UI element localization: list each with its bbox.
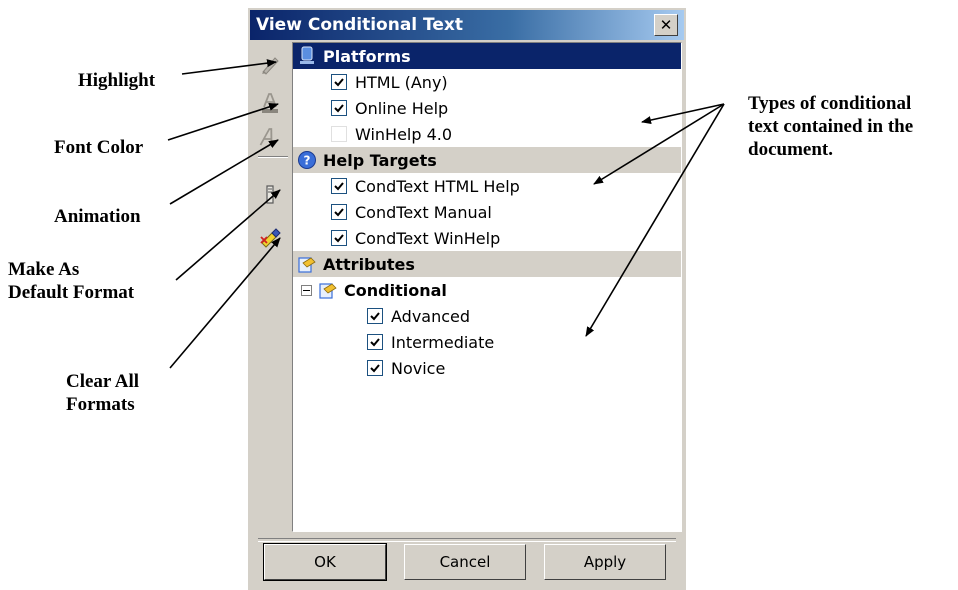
dialog-title: View Conditional Text [256,15,464,35]
group-help-targets[interactable]: ? Help Targets [293,147,681,173]
label-intermediate: Intermediate [391,332,495,352]
list-item-advanced[interactable]: Advanced [293,303,681,329]
collapse-toggle-conditional[interactable] [301,284,312,296]
make-default-format-tool-button[interactable] [256,182,284,208]
font-color-icon [262,93,278,113]
list-item-novice[interactable]: Novice [293,355,681,381]
close-button[interactable]: ✕ [654,14,678,36]
list-item-winhelp-40[interactable]: WinHelp 4.0 [293,121,681,147]
subgroup-conditional-label: Conditional [344,280,447,300]
view-conditional-text-dialog: View Conditional Text ✕ Platforms HTML (… [248,8,686,590]
label-condtext-manual: CondText Manual [355,202,492,222]
checkbox-condtext-manual[interactable] [331,204,347,220]
group-attributes-label: Attributes [323,254,415,274]
clear-all-formats-tool-button[interactable] [256,224,284,250]
checkbox-intermediate[interactable] [367,334,383,350]
checkbox-advanced[interactable] [367,308,383,324]
check-icon [370,338,380,347]
make-default-format-icon [266,185,274,204]
callout-types-line2: text contained in the [748,116,914,137]
label-condtext-html-help: CondText HTML Help [355,176,520,196]
close-icon: ✕ [659,15,673,34]
format-toolbar [250,42,290,532]
highlight-icon [262,57,279,75]
callout-types-line1: Types of conditional [748,93,912,114]
font-color-tool-button[interactable] [256,90,284,116]
attributes-icon [298,257,316,273]
callout-highlight: Highlight [78,70,156,91]
subgroup-conditional[interactable]: Conditional [293,277,681,303]
cancel-button[interactable]: Cancel [404,544,526,580]
highlight-tool-button[interactable] [256,52,284,78]
toolbar-separator [258,156,288,158]
conditional-attribute-icon [319,283,337,299]
label-advanced: Advanced [391,306,471,326]
label-winhelp-40: WinHelp 4.0 [355,124,453,144]
callout-clear-all: Clear All Formats [66,370,139,416]
list-item-html-any[interactable]: HTML (Any) [293,69,681,95]
group-platforms[interactable]: Platforms [293,43,681,69]
callout-clear-all-line1: Clear All [66,371,140,392]
callout-font-color: Font Color [54,137,144,158]
check-icon [334,182,344,191]
check-icon [334,78,344,87]
list-item-condtext-html-help[interactable]: CondText HTML Help [293,173,681,199]
list-item-condtext-winhelp[interactable]: CondText WinHelp [293,225,681,251]
callout-make-default: Make As Default Format [8,258,134,304]
callout-animation: Animation [54,206,141,227]
ok-button[interactable]: OK [263,543,387,581]
group-attributes[interactable]: Attributes [293,251,681,277]
label-novice: Novice [391,358,446,378]
checkbox-html-any[interactable] [331,74,347,90]
callout-types-line3: document. [748,139,833,160]
apply-button[interactable]: Apply [544,544,666,580]
callout-clear-all-line2: Formats [66,394,135,415]
callout-types: Types of conditional text contained in t… [748,92,913,161]
button-divider [258,538,676,542]
label-condtext-winhelp: CondText WinHelp [355,228,501,248]
svg-text:?: ? [304,154,311,168]
help-icon: ? [298,151,316,169]
list-item-intermediate[interactable]: Intermediate [293,329,681,355]
check-icon [334,208,344,217]
check-icon [334,104,344,113]
check-icon [370,312,380,321]
checkbox-online-help[interactable] [331,100,347,116]
animation-icon [259,128,273,146]
checkbox-condtext-winhelp[interactable] [331,230,347,246]
group-help-targets-label: Help Targets [323,150,437,170]
group-platforms-label: Platforms [323,46,411,66]
callout-make-default-line1: Make As [8,259,80,280]
list-item-condtext-manual[interactable]: CondText Manual [293,199,681,225]
checkbox-winhelp-40[interactable] [331,126,347,142]
condition-list[interactable]: Platforms HTML (Any) Online Help WinHelp… [292,42,682,532]
label-html-any: HTML (Any) [355,72,448,92]
title-bar[interactable]: View Conditional Text ✕ [250,10,684,40]
list-item-online-help[interactable]: Online Help [293,95,681,121]
check-icon [370,364,380,373]
checkbox-novice[interactable] [367,360,383,376]
animation-tool-button[interactable] [256,124,284,150]
label-online-help: Online Help [355,98,449,118]
clear-all-formats-icon [260,228,281,248]
check-icon [334,234,344,243]
checkbox-condtext-html-help[interactable] [331,178,347,194]
callout-make-default-line2: Default Format [8,282,135,303]
platforms-icon [300,46,314,64]
